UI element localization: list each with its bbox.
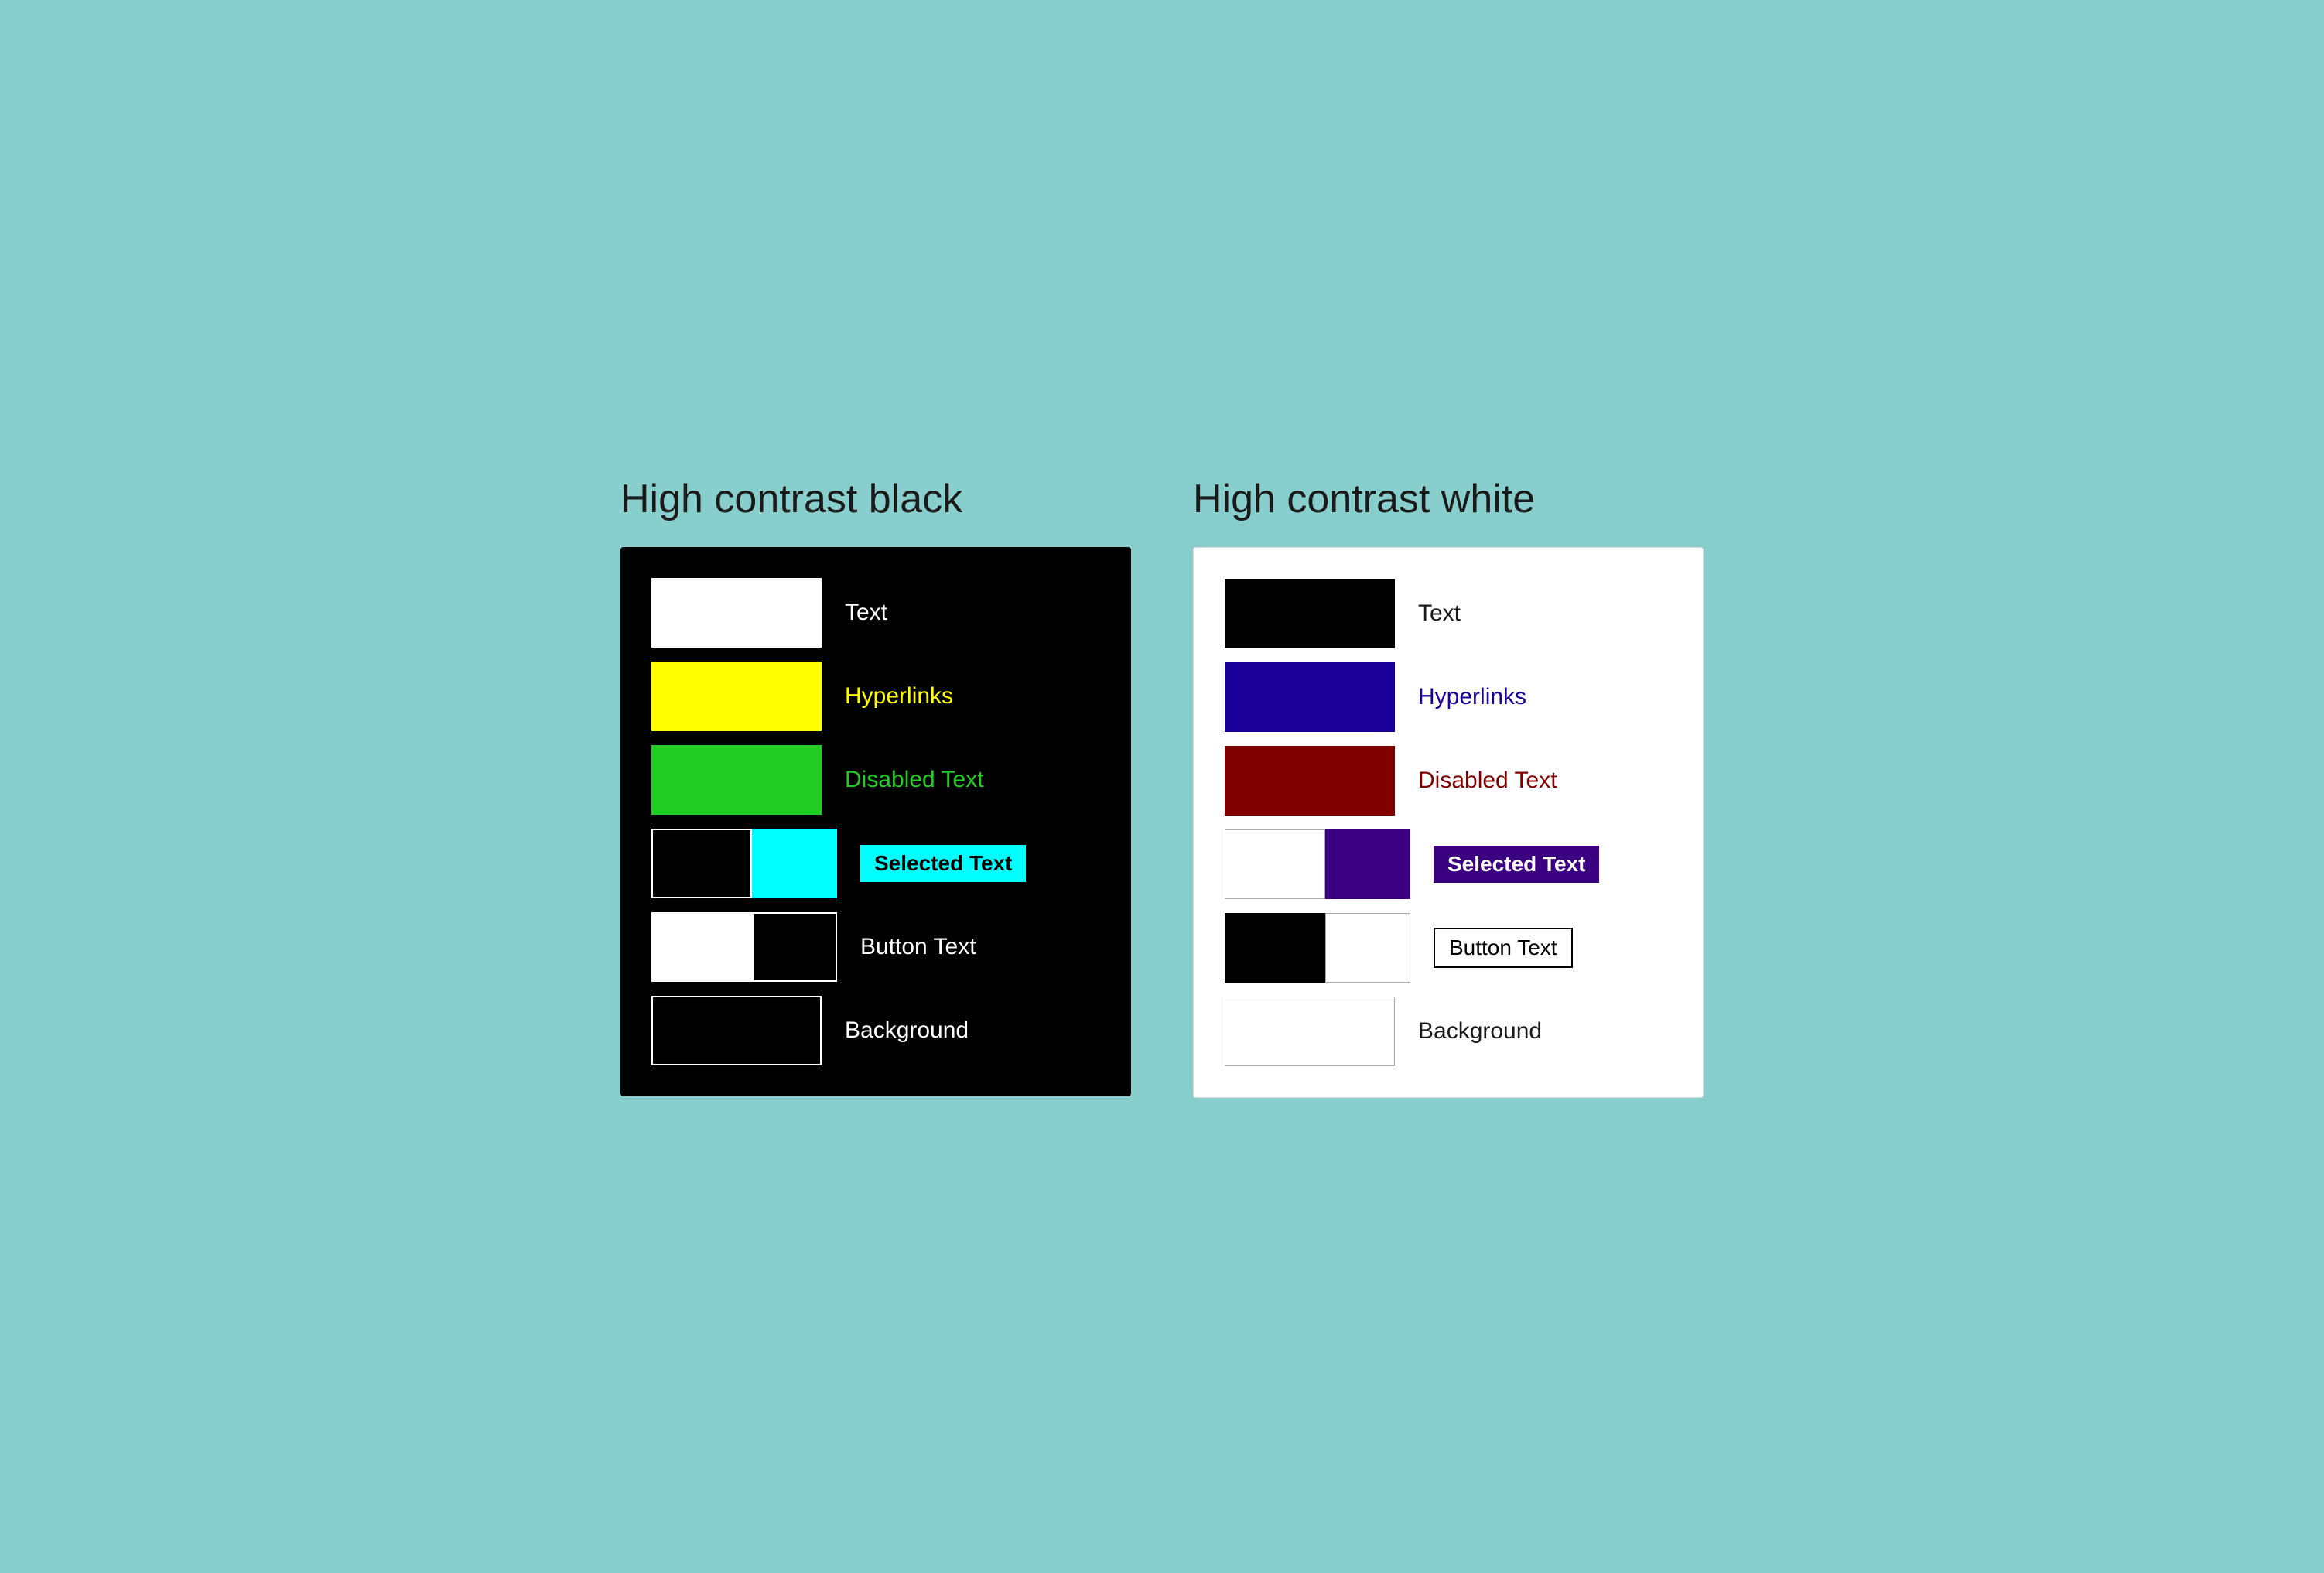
white-text-row: Text <box>1225 579 1672 648</box>
white-card: Text Hyperlinks Disabled Text Selected T… <box>1193 547 1704 1098</box>
white-selected-swatch-purple <box>1325 829 1410 899</box>
black-selected-swatch-pair <box>651 829 837 898</box>
white-button-swatch-pair <box>1225 913 1410 983</box>
white-disabled-row: Disabled Text <box>1225 746 1672 816</box>
black-hyperlinks-swatch <box>651 662 822 731</box>
black-button-label: Button Text <box>860 934 976 960</box>
black-selected-badge: Selected Text <box>860 845 1026 882</box>
black-panel: High contrast black Text Hyperlinks Disa… <box>620 475 1131 1096</box>
black-button-swatch-dark <box>752 912 837 982</box>
white-button-swatch-dark <box>1225 913 1325 983</box>
white-button-row: Button Text <box>1225 913 1672 983</box>
white-button-swatch-light <box>1325 913 1410 983</box>
black-disabled-row: Disabled Text <box>651 745 1100 815</box>
black-bg-label: Background <box>845 1017 969 1044</box>
white-panel: High contrast white Text Hyperlinks Disa… <box>1193 475 1704 1097</box>
black-hyperlinks-label: Hyperlinks <box>845 683 953 710</box>
black-selected-swatch-dark <box>651 829 752 898</box>
white-hyperlinks-label: Hyperlinks <box>1418 684 1526 710</box>
black-text-swatch <box>651 578 822 648</box>
white-selected-badge: Selected Text <box>1434 846 1599 883</box>
white-button-badge: Button Text <box>1434 928 1573 968</box>
page-wrapper: High contrast black Text Hyperlinks Disa… <box>620 475 1704 1097</box>
white-disabled-swatch <box>1225 746 1395 816</box>
white-selected-row: Selected Text <box>1225 829 1672 899</box>
black-disabled-label: Disabled Text <box>845 767 984 793</box>
white-selected-swatch-pair <box>1225 829 1410 899</box>
white-bg-swatch <box>1225 997 1395 1066</box>
white-hyperlinks-row: Hyperlinks <box>1225 662 1672 732</box>
black-bg-row: Background <box>651 996 1100 1065</box>
white-disabled-label: Disabled Text <box>1418 768 1557 794</box>
white-panel-title: High contrast white <box>1193 475 1704 523</box>
black-text-label: Text <box>845 600 887 626</box>
black-hyperlinks-row: Hyperlinks <box>651 662 1100 731</box>
white-text-label: Text <box>1418 600 1461 627</box>
black-text-row: Text <box>651 578 1100 648</box>
black-button-row: Button Text <box>651 912 1100 982</box>
black-selected-swatch-cyan <box>752 829 837 898</box>
black-button-swatch-white <box>651 912 752 982</box>
white-hyperlinks-swatch <box>1225 662 1395 732</box>
white-text-swatch <box>1225 579 1395 648</box>
white-bg-label: Background <box>1418 1018 1542 1045</box>
white-bg-row: Background <box>1225 997 1672 1066</box>
black-button-swatch-pair <box>651 912 837 982</box>
black-panel-title: High contrast black <box>620 475 1131 523</box>
white-selected-swatch-light <box>1225 829 1325 899</box>
black-card: Text Hyperlinks Disabled Text Selected T… <box>620 547 1131 1096</box>
black-disabled-swatch <box>651 745 822 815</box>
black-bg-swatch <box>651 996 822 1065</box>
black-selected-row: Selected Text <box>651 829 1100 898</box>
